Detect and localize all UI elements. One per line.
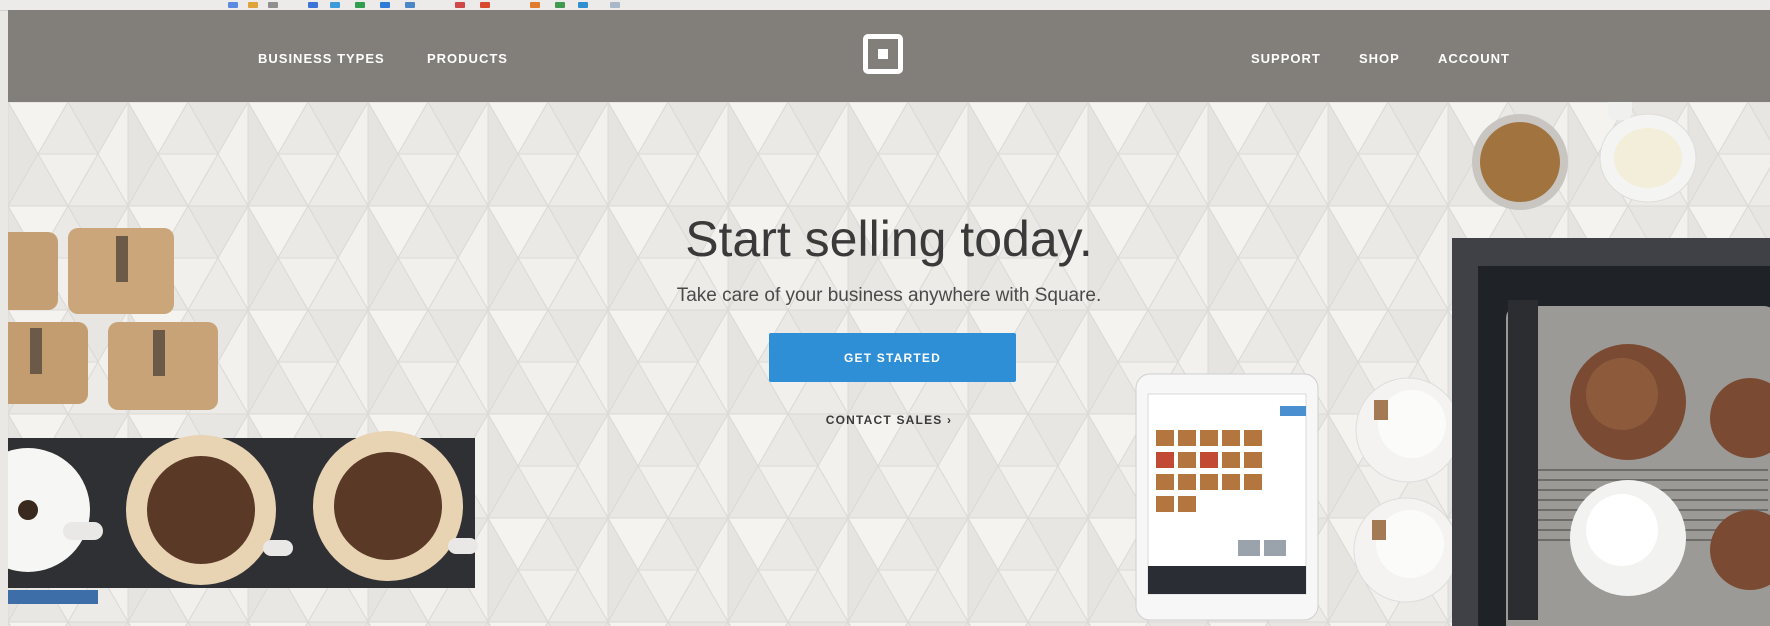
bookmark-icon[interactable] bbox=[610, 2, 620, 8]
contact-sales-link[interactable]: CONTACT SALES › bbox=[8, 413, 1770, 427]
nav-account-link[interactable]: ACCOUNT bbox=[1438, 51, 1510, 66]
tile-and-coffee-illustration bbox=[8, 96, 1770, 626]
bookmark-icon[interactable] bbox=[228, 2, 238, 8]
square-logo-inner bbox=[878, 49, 888, 59]
bookmark-icon[interactable] bbox=[330, 2, 340, 8]
square-logo-icon[interactable] bbox=[863, 34, 903, 74]
hero-title: Start selling today. bbox=[685, 211, 1093, 267]
bookmark-icon[interactable] bbox=[380, 2, 390, 8]
bookmark-icon[interactable] bbox=[455, 2, 465, 8]
bookmark-icon[interactable] bbox=[308, 2, 318, 8]
nav-business-types-link[interactable]: BUSINESS TYPES bbox=[258, 51, 385, 66]
bookmark-icon[interactable] bbox=[248, 2, 258, 8]
bookmark-icon[interactable] bbox=[268, 2, 278, 8]
ipad-register bbox=[1135, 373, 1319, 621]
bookmark-icon[interactable] bbox=[578, 2, 588, 8]
pour-over-board bbox=[8, 431, 478, 604]
bookmark-icon[interactable] bbox=[405, 2, 415, 8]
nav-shop-link[interactable]: SHOP bbox=[1359, 51, 1400, 66]
bookmark-icon[interactable] bbox=[480, 2, 490, 8]
get-started-button[interactable]: GET STARTED bbox=[769, 333, 1016, 382]
bookmark-icon[interactable] bbox=[355, 2, 365, 8]
nav-products-link[interactable]: PRODUCTS bbox=[427, 51, 508, 66]
bookmark-icon[interactable] bbox=[530, 2, 540, 8]
top-navigation: BUSINESS TYPES PRODUCTS SUPPORT SHOP ACC… bbox=[8, 10, 1770, 102]
hero-section: BUSINESS TYPES PRODUCTS SUPPORT SHOP ACC… bbox=[8, 10, 1770, 626]
hero-background-image bbox=[8, 10, 1770, 626]
bookmark-icon[interactable] bbox=[555, 2, 565, 8]
hero-subtitle: Take care of your business anywhere with… bbox=[676, 285, 1102, 306]
nav-support-link[interactable]: SUPPORT bbox=[1251, 51, 1321, 66]
